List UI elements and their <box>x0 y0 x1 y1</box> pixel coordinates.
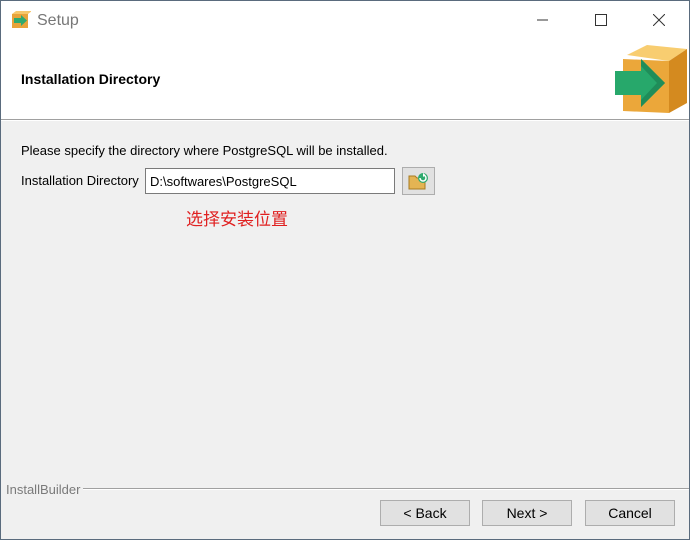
maximize-icon <box>595 14 607 26</box>
browse-button[interactable] <box>402 167 435 195</box>
next-button[interactable]: Next > <box>482 500 572 526</box>
directory-input[interactable] <box>145 168 395 194</box>
footer-separator <box>83 488 689 490</box>
window-title: Setup <box>37 12 79 29</box>
directory-label: Installation Directory <box>21 173 139 188</box>
page-title: Installation Directory <box>21 71 161 87</box>
minimize-button[interactable] <box>514 1 572 39</box>
brand-label: InstallBuilder <box>6 482 81 497</box>
description-text: Please specify the directory where Postg… <box>21 143 388 158</box>
close-button[interactable] <box>630 1 688 39</box>
cancel-button[interactable]: Cancel <box>585 500 675 526</box>
back-button[interactable]: < Back <box>380 500 470 526</box>
folder-browse-icon <box>408 173 428 190</box>
minimize-icon <box>537 19 548 21</box>
title-bar[interactable]: Setup <box>1 1 689 39</box>
setup-window: Setup Installation Directory Please spec… <box>0 0 690 540</box>
installer-box-arrow-icon <box>613 45 687 115</box>
close-icon <box>653 14 665 26</box>
app-icon <box>11 10 32 30</box>
annotation-text: 选择安装位置 <box>186 210 288 230</box>
header-separator <box>1 119 689 121</box>
maximize-button[interactable] <box>572 1 630 39</box>
page-header: Installation Directory <box>1 39 689 119</box>
